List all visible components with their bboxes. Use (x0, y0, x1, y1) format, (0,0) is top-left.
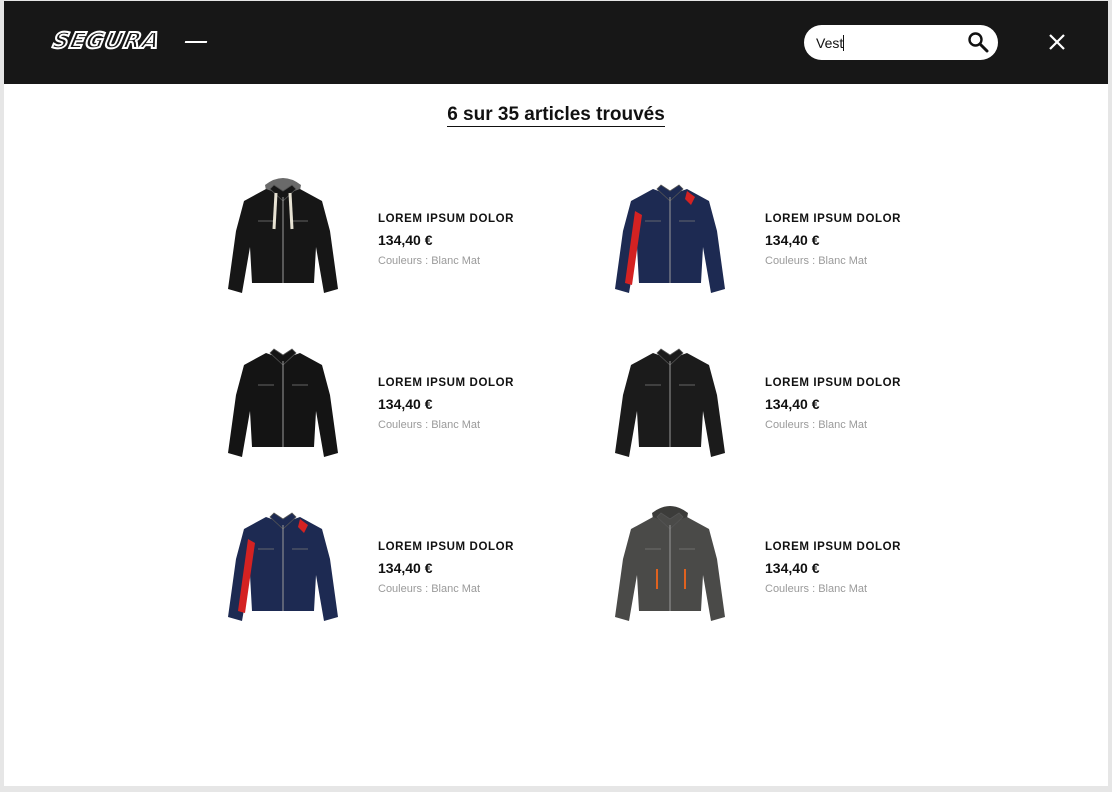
product-title[interactable]: LOREM IPSUM DOLOR (378, 541, 514, 553)
product-price: 134,40 € (378, 560, 433, 576)
header-bar: SEGURA (4, 1, 1108, 84)
product-price: 134,40 € (378, 396, 433, 412)
product-image[interactable] (218, 499, 348, 629)
product-card[interactable]: LOREM IPSUM DOLOR 134,40 € Couleurs : Bl… (605, 499, 945, 629)
product-image[interactable] (605, 171, 735, 301)
product-card[interactable]: LOREM IPSUM DOLOR 134,40 € Couleurs : Bl… (218, 499, 558, 629)
product-image[interactable] (605, 335, 735, 465)
product-card[interactable]: LOREM IPSUM DOLOR 134,40 € Couleurs : Bl… (605, 171, 945, 301)
product-colors: Couleurs : Blanc Mat (765, 583, 868, 595)
logo-text: SEGURA (49, 28, 163, 55)
product-card[interactable]: LOREM IPSUM DOLOR 134,40 € Couleurs : Bl… (605, 335, 945, 465)
product-colors: Couleurs : Blanc Mat (765, 255, 868, 267)
product-colors: Couleurs : Blanc Mat (765, 419, 868, 431)
results-count-text: 6 sur 35 articles trouvés (447, 104, 665, 127)
logo-dash (184, 41, 208, 43)
product-title[interactable]: LOREM IPSUM DOLOR (765, 213, 901, 225)
product-price: 134,40 € (378, 232, 433, 248)
product-image[interactable] (605, 499, 735, 629)
brand-logo[interactable]: SEGURA (49, 27, 208, 57)
product-price: 134,40 € (765, 396, 820, 412)
search-icon[interactable] (967, 31, 989, 53)
search-results-overlay: SEGURA 6 sur 35 articles trouvés (4, 1, 1108, 786)
product-price: 134,40 € (765, 560, 820, 576)
product-image[interactable] (218, 171, 348, 301)
product-colors: Couleurs : Blanc Mat (378, 419, 481, 431)
product-colors: Couleurs : Blanc Mat (378, 255, 481, 267)
results-count: 6 sur 35 articles trouvés (4, 104, 1108, 127)
product-image[interactable] (218, 335, 348, 465)
product-title[interactable]: LOREM IPSUM DOLOR (378, 377, 514, 389)
search-box (804, 25, 998, 60)
product-price: 134,40 € (765, 232, 820, 248)
product-title[interactable]: LOREM IPSUM DOLOR (765, 541, 901, 553)
product-colors: Couleurs : Blanc Mat (378, 583, 481, 595)
product-title[interactable]: LOREM IPSUM DOLOR (765, 377, 901, 389)
search-input[interactable] (816, 32, 956, 54)
text-caret (843, 35, 844, 51)
close-icon[interactable] (1046, 31, 1068, 53)
product-card[interactable]: LOREM IPSUM DOLOR 134,40 € Couleurs : Bl… (218, 335, 558, 465)
product-title[interactable]: LOREM IPSUM DOLOR (378, 213, 514, 225)
product-card[interactable]: LOREM IPSUM DOLOR 134,40 € Couleurs : Bl… (218, 171, 558, 301)
